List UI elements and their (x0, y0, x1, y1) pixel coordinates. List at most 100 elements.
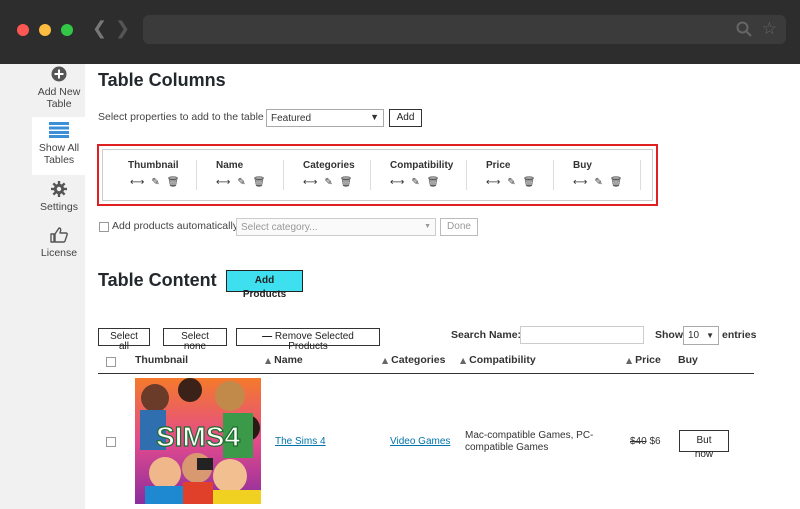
add-automatically-label: Add products automatically (112, 220, 239, 232)
sidebar-item-label: Show All Tables (38, 142, 80, 166)
product-name-link[interactable]: The Sims 4 (275, 436, 326, 447)
main-content: Table Columns Select properties to add t… (85, 64, 800, 509)
remove-selected-button[interactable]: — Remove Selected Products (236, 328, 380, 352)
search-name-input[interactable] (520, 326, 644, 344)
header-label: Categories (391, 354, 446, 366)
sidebar-item-license[interactable]: License (32, 227, 86, 263)
sidebar: Add New Table Show All Tables Settings L… (0, 64, 86, 509)
column-divider (640, 160, 641, 190)
close-window-button[interactable] (17, 24, 29, 36)
header-name[interactable]: ▲ Name (265, 354, 303, 374)
sidebar-item-add-new-table[interactable]: Add New Table (32, 64, 86, 116)
trash-icon[interactable]: 🗑 (523, 177, 536, 188)
sidebar-item-show-all-tables[interactable]: Show All Tables (32, 117, 86, 175)
row-checkbox[interactable] (106, 437, 116, 447)
bookmark-star-icon[interactable]: ☆ (762, 19, 777, 39)
category-select[interactable]: Select category... ▼ (236, 218, 436, 236)
sidebar-item-label: License (40, 247, 78, 259)
column-thumbnail[interactable]: Thumbnail ⟷ ✎ 🗑 (128, 160, 186, 196)
sidebar-item-label: Settings (40, 201, 78, 213)
edit-pencil-icon[interactable]: ✎ (411, 177, 419, 188)
column-compatibility[interactable]: Compatibility ⟷ ✎ 🗑 (390, 160, 453, 196)
select-properties-label: Select properties to add to the table (98, 111, 264, 123)
resize-icon[interactable]: ⟷ (130, 177, 144, 188)
resize-icon[interactable]: ⟷ (390, 177, 404, 188)
trash-icon[interactable]: 🗑 (610, 177, 623, 188)
column-name-col[interactable]: Name ⟷ ✎ 🗑 (216, 160, 272, 196)
add-products-button[interactable]: Add Products (226, 270, 303, 300)
table-content-title: Table Content (98, 270, 217, 290)
resize-icon[interactable]: ⟷ (573, 177, 587, 188)
column-divider (466, 160, 467, 190)
product-thumbnail[interactable]: SIMS4 (135, 378, 261, 504)
edit-pencil-icon[interactable]: ✎ (594, 177, 602, 188)
show-label: Show (655, 329, 683, 341)
header-label: Name (274, 354, 303, 366)
product-category-link[interactable]: Video Games (390, 436, 450, 447)
entries-select-value: 10 (688, 330, 700, 341)
sort-icon: ▲ (382, 356, 389, 365)
column-divider (553, 160, 554, 190)
browser-chrome: ❮ ❯ ☆ (0, 0, 800, 64)
trash-icon[interactable]: 🗑 (253, 177, 266, 188)
forward-arrow-icon[interactable]: ❯ (115, 17, 130, 41)
column-price[interactable]: Price ⟷ ✎ 🗑 (486, 160, 542, 196)
gear-icon (51, 181, 67, 197)
sort-icon: ▲ (460, 356, 467, 365)
address-bar[interactable]: ☆ (143, 15, 786, 44)
sidebar-item-label: Add New Table (37, 86, 81, 110)
resize-icon[interactable]: ⟷ (216, 177, 230, 188)
caret-down-icon: ▼ (424, 223, 431, 230)
properties-select[interactable]: Featured ▼ (266, 109, 384, 127)
edit-pencil-icon[interactable]: ✎ (507, 177, 515, 188)
table-columns-title: Table Columns (98, 70, 226, 90)
maximize-window-button[interactable] (61, 24, 73, 36)
column-divider (196, 160, 197, 190)
list-icon (49, 122, 69, 138)
columns-list: Thumbnail ⟷ ✎ 🗑 Name ⟷ ✎ 🗑 Categories ⟷ ✎ 🗑 (102, 149, 653, 201)
select-all-button[interactable]: Select all (98, 328, 150, 352)
plus-circle-icon (51, 66, 67, 82)
entries-select[interactable]: 10 ▼ (683, 326, 719, 345)
resize-icon[interactable]: ⟷ (486, 177, 500, 188)
search-name-label: Search Name: (451, 329, 522, 341)
column-divider (283, 160, 284, 190)
edit-pencil-icon[interactable]: ✎ (151, 177, 159, 188)
minimize-window-button[interactable] (39, 24, 51, 36)
column-buy[interactable]: Buy ⟷ ✎ 🗑 (573, 160, 629, 196)
column-name: Compatibility (390, 160, 454, 171)
header-price[interactable]: ▲ Price (626, 354, 661, 374)
select-none-button[interactable]: Select none (163, 328, 227, 352)
table-header-divider (98, 373, 754, 374)
header-label: Thumbnail (135, 354, 189, 366)
add-property-button[interactable]: Add (389, 109, 422, 127)
resize-icon[interactable]: ⟷ (303, 177, 317, 188)
category-select-placeholder: Select category... (241, 222, 318, 233)
select-all-rows-checkbox[interactable] (106, 357, 116, 367)
column-name: Name (216, 160, 244, 171)
trash-icon[interactable]: 🗑 (340, 177, 353, 188)
buy-now-button[interactable]: But now (679, 430, 729, 460)
sort-icon: ▲ (265, 356, 272, 365)
column-divider (370, 160, 371, 190)
edit-pencil-icon[interactable]: ✎ (237, 177, 245, 188)
thumbs-up-icon (50, 227, 68, 243)
column-categories[interactable]: Categories ⟷ ✎ 🗑 (303, 160, 359, 196)
column-name: Buy (573, 160, 592, 171)
header-compatibility[interactable]: ▲ Compatibility (460, 354, 536, 374)
product-compatibility: Mac-compatible Games, PC-compatible Game… (465, 430, 594, 453)
done-button[interactable]: Done (440, 218, 478, 236)
edit-pencil-icon[interactable]: ✎ (324, 177, 332, 188)
header-thumbnail[interactable]: Thumbnail (135, 354, 188, 374)
back-arrow-icon[interactable]: ❮ (92, 17, 107, 41)
sidebar-item-settings[interactable]: Settings (32, 181, 86, 217)
header-categories[interactable]: ▲ Categories (382, 354, 445, 374)
add-automatically-checkbox[interactable] (99, 222, 109, 232)
caret-down-icon: ▼ (370, 112, 379, 122)
product-price: $40 $6 (630, 436, 661, 448)
search-icon[interactable] (736, 21, 752, 37)
sale-price: $6 (649, 436, 661, 447)
header-label: Compatibility (469, 354, 536, 366)
trash-icon[interactable]: 🗑 (167, 177, 180, 188)
trash-icon[interactable]: 🗑 (427, 177, 440, 188)
